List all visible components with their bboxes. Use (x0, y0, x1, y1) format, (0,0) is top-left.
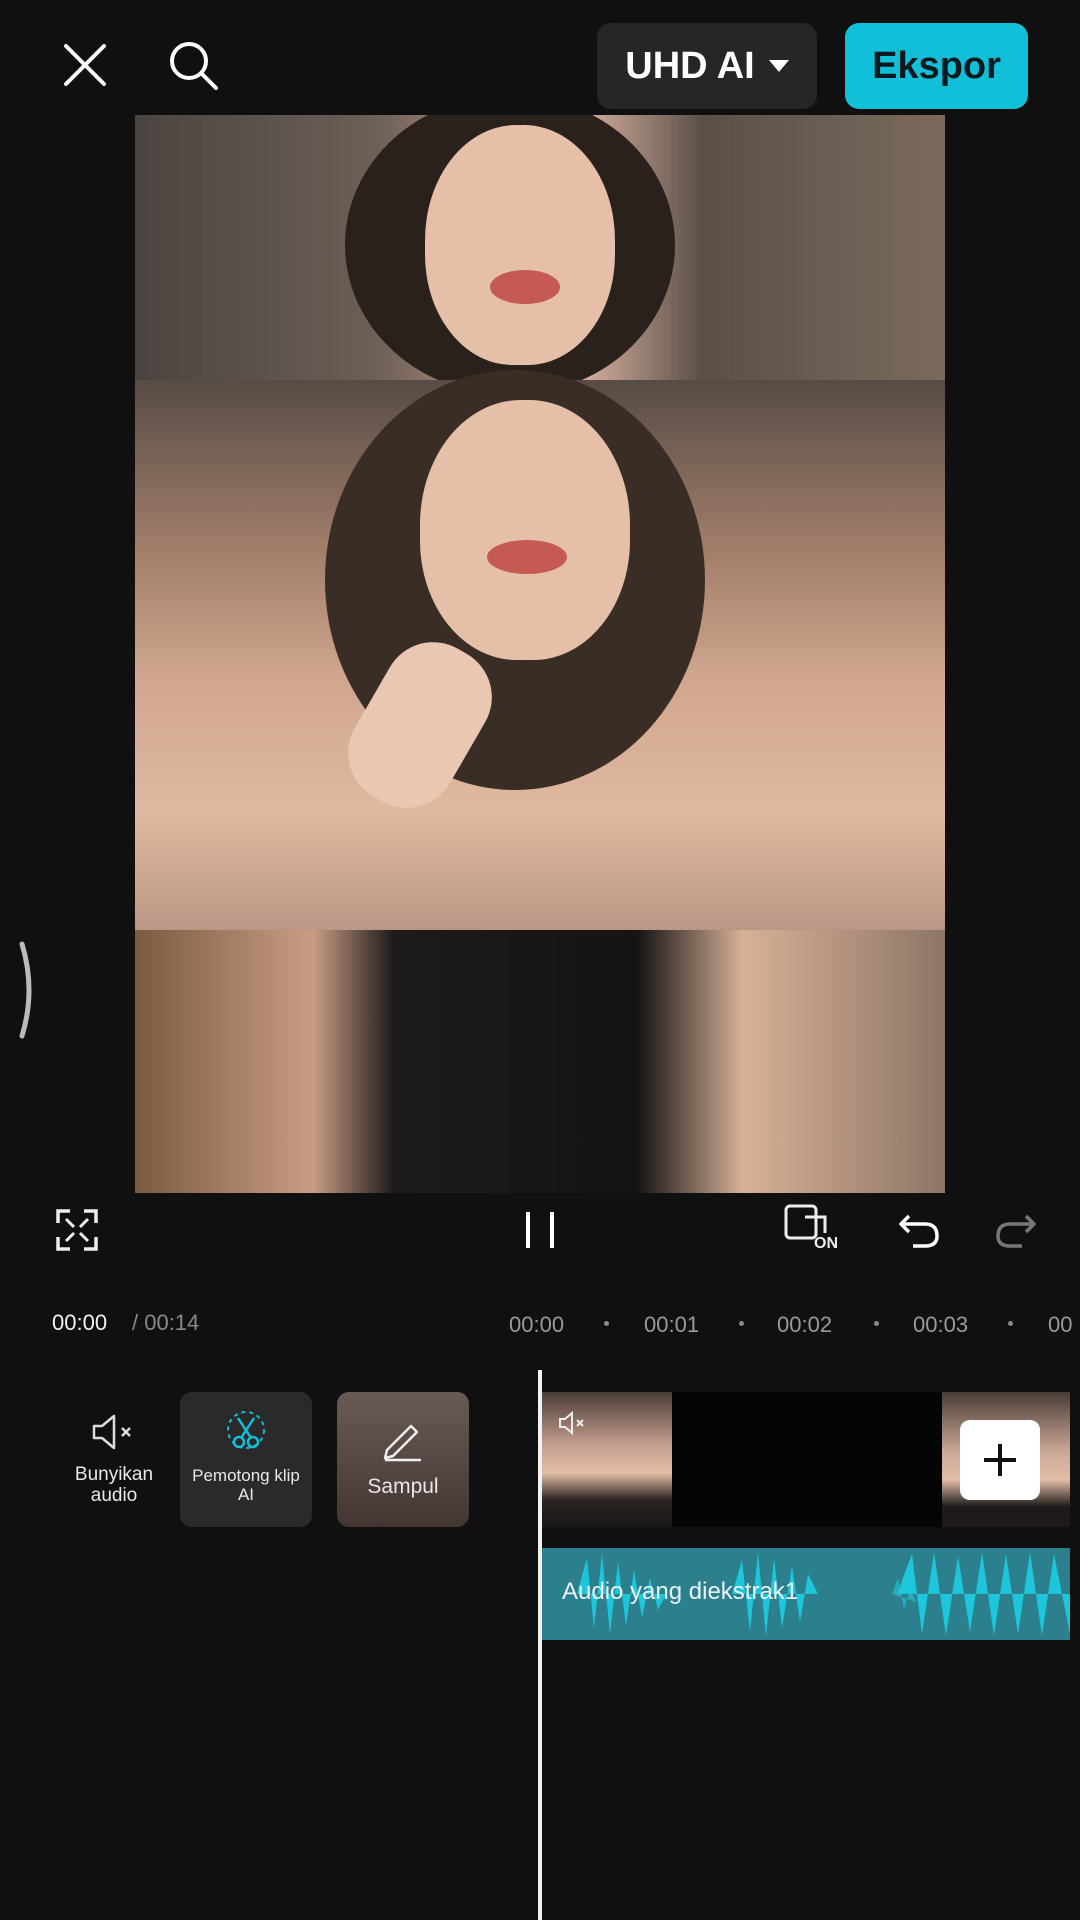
quality-dropdown[interactable]: UHD AI (597, 23, 817, 109)
total-duration: / 00:14 (132, 1310, 200, 1335)
redo-icon (996, 1214, 1036, 1248)
close-icon (64, 44, 106, 86)
quality-label: UHD AI (625, 44, 755, 87)
pencil-icon (383, 1424, 421, 1462)
ai-clip-cutter-button[interactable]: Pemotong klip AI (180, 1392, 312, 1527)
panel-handle[interactable] (16, 940, 38, 1040)
chevron-down-icon (768, 60, 789, 72)
ruler-tick-label: 00 (1048, 1312, 1073, 1337)
toggle-badge: ON (814, 1235, 838, 1252)
unmute-audio-label: Bunyikan audio (74, 1464, 154, 1506)
ruler-dot (874, 1321, 879, 1326)
close-button[interactable] (50, 30, 120, 100)
export-label: Ekspor (872, 44, 1001, 87)
clip-thumbnail (542, 1392, 672, 1527)
ruler-tick-label: 00:02 (777, 1312, 833, 1337)
playhead[interactable] (538, 1370, 542, 1920)
search-icon (170, 42, 218, 90)
ai-clip-cutter-label: Pemotong klip AI (192, 1466, 300, 1504)
audio-track-label: Audio yang diekstrak1 (562, 1578, 799, 1605)
unmute-audio-button[interactable]: Bunyikan audio (48, 1392, 180, 1527)
scissors-icon (227, 1411, 265, 1449)
ruler-dot (1008, 1321, 1013, 1326)
undo-icon (899, 1214, 939, 1248)
keyframe-toggle-button[interactable]: ON (783, 1203, 845, 1261)
current-time: 00:00 (52, 1310, 108, 1335)
preview-strip-top (135, 115, 945, 395)
fullscreen-icon (56, 1209, 98, 1251)
redo-button[interactable] (990, 1205, 1040, 1255)
add-clip-button[interactable] (960, 1420, 1040, 1500)
fullscreen-button[interactable] (52, 1205, 102, 1255)
ruler-dot (739, 1321, 744, 1326)
preview-strip-bottom (135, 930, 945, 1193)
speaker-mute-icon (559, 1410, 584, 1436)
undo-button[interactable] (895, 1205, 945, 1255)
export-button[interactable]: Ekspor (845, 23, 1028, 109)
cover-button[interactable]: Sampul (337, 1392, 469, 1527)
pause-icon (526, 1212, 554, 1248)
ruler-dot (604, 1321, 609, 1326)
ruler-tick-label: 00:01 (644, 1312, 700, 1337)
plus-icon (984, 1444, 1016, 1476)
search-button[interactable] (158, 30, 228, 100)
video-preview[interactable] (135, 115, 945, 1193)
speaker-mute-icon (92, 1414, 131, 1450)
ruler-tick-label: 00:00 (509, 1312, 565, 1337)
ruler-tick-label: 00:03 (913, 1312, 969, 1337)
cover-label: Sampul (367, 1475, 439, 1498)
pause-button[interactable] (515, 1205, 565, 1255)
audio-track[interactable]: Audio yang diekstrak1 (542, 1548, 1070, 1640)
